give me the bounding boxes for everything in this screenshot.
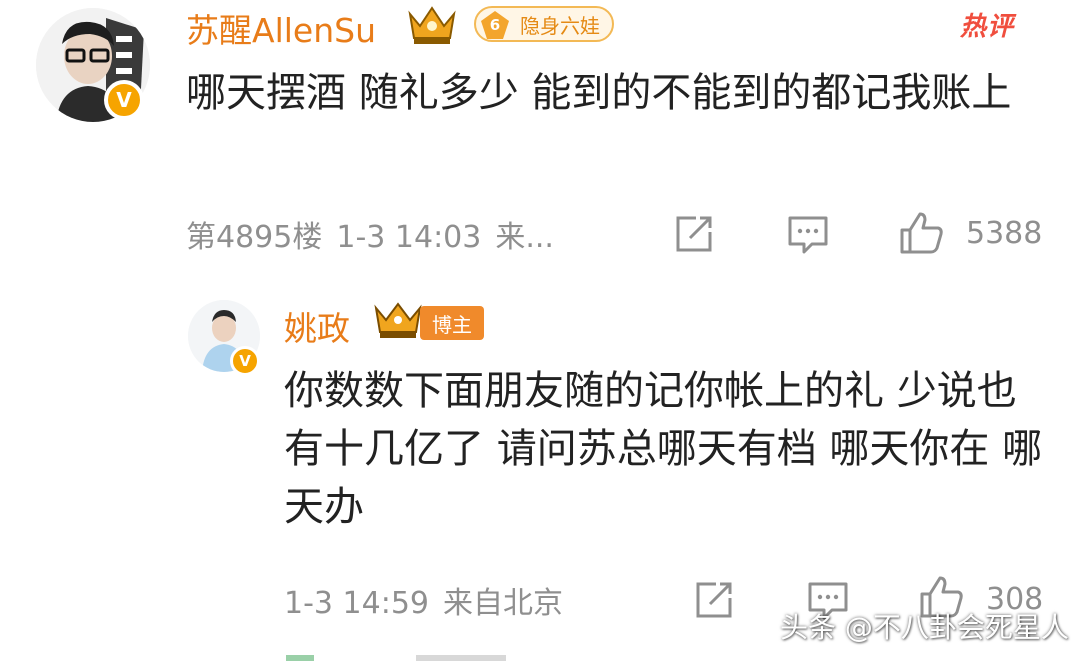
verified-icon: V (230, 346, 260, 376)
level-badge: 6 隐身六娃 (474, 6, 614, 42)
blogger-badge: 博主 (420, 306, 484, 340)
author-name[interactable]: 苏醒AllenSu (186, 4, 376, 52)
level-number: 6 (480, 10, 510, 40)
reply-source: 来自北京 (443, 586, 563, 621)
crown-icon (372, 300, 424, 342)
comment-text: 哪天摆酒 随礼多少 能到的不能到的都记我账上 (186, 70, 1012, 116)
level-label: 隐身六娃 (520, 13, 600, 38)
like-icon[interactable] (898, 210, 943, 254)
hot-comment-tag: 热评 (960, 12, 1015, 42)
verified-icon: V (104, 80, 144, 120)
reply-author-name[interactable]: 姚政 (284, 302, 350, 350)
comment-source: 来... (495, 220, 554, 255)
reply-meta: 1-3 14:59 来自北京 (284, 578, 563, 622)
reply-text: 你数数下面朋友随的记你帐上的礼 少说也有十几亿了 请问苏总哪天有档 哪天你在 哪… (284, 368, 1043, 530)
share-icon[interactable] (692, 578, 736, 622)
watermark: 头条 @不八卦会死星人 (780, 611, 1069, 644)
share-icon[interactable] (672, 212, 716, 256)
reply-time: 1-3 14:59 (284, 586, 429, 621)
comment-time: 1-3 14:03 (336, 220, 482, 255)
next-reply-partial (286, 650, 526, 661)
comment-meta: 第4895楼 1-3 14:03 来... (186, 212, 554, 256)
comment-icon[interactable] (786, 212, 830, 256)
floor-number: 第4895楼 (186, 220, 323, 255)
crown-icon (406, 4, 458, 48)
like-count: 5388 (966, 216, 1043, 251)
